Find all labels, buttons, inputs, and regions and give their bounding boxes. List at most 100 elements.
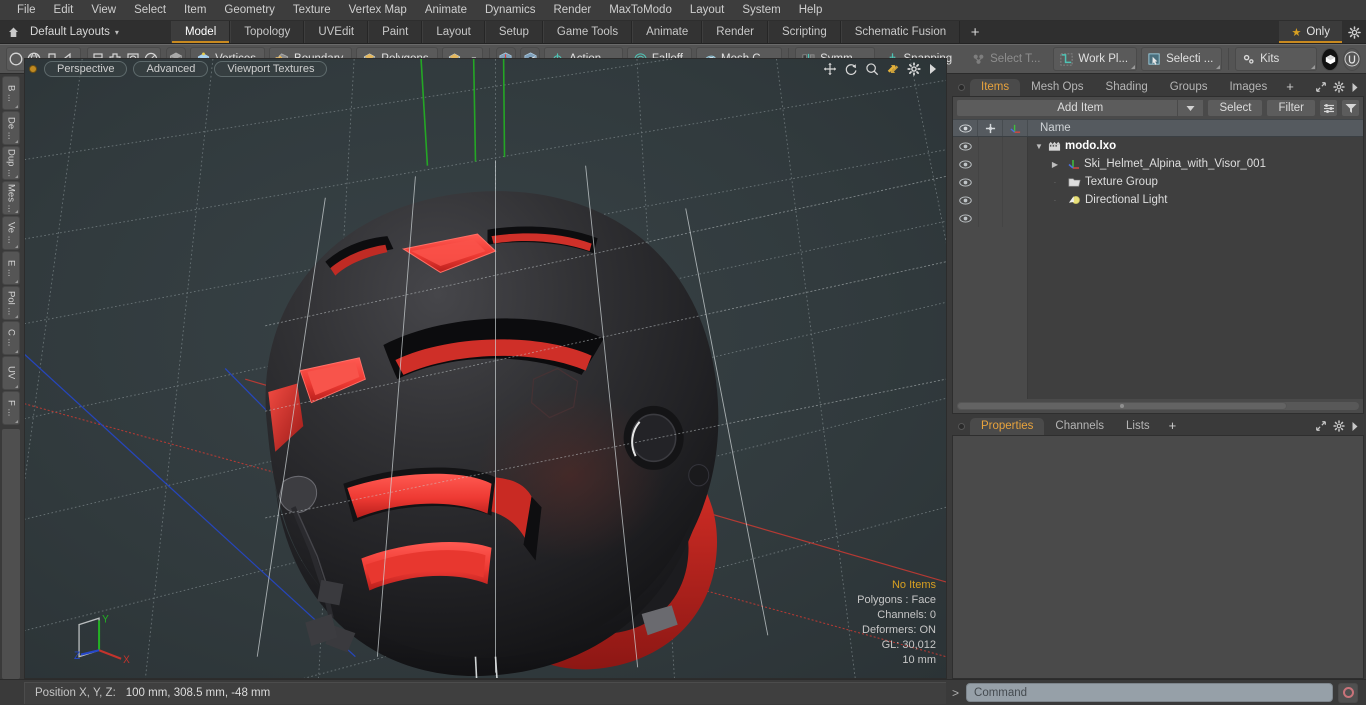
- gear-icon[interactable]: [907, 62, 921, 76]
- funnel-icon[interactable]: [1341, 99, 1360, 117]
- left-tab-uv[interactable]: UV: [2, 356, 20, 390]
- arrow-right-icon[interactable]: [1351, 82, 1359, 93]
- filter-button[interactable]: Filter: [1266, 99, 1316, 117]
- add-item-button[interactable]: Add Item: [956, 99, 1204, 117]
- tree-row-directional-light[interactable]: · Directional Light: [1028, 191, 1363, 209]
- left-tab-fusion[interactable]: F ...: [2, 391, 20, 425]
- select-through-button[interactable]: Select T...: [965, 47, 1049, 71]
- expand-icon[interactable]: [1315, 81, 1327, 93]
- gear-icon[interactable]: [1333, 420, 1345, 432]
- tab-scripting[interactable]: Scripting: [768, 21, 841, 43]
- viewport-menu-dot[interactable]: [29, 65, 37, 73]
- add-panel-tab[interactable]: +: [1278, 77, 1302, 96]
- eye-icon[interactable]: [953, 160, 978, 169]
- tree-row-texture-group[interactable]: · Texture Group: [1028, 173, 1363, 191]
- work-plane-button[interactable]: Work Pl...: [1053, 47, 1137, 71]
- lock-cell[interactable]: [978, 173, 1003, 191]
- panel-menu-dot[interactable]: [958, 423, 965, 430]
- tab-game-tools[interactable]: Game Tools: [543, 21, 632, 43]
- items-horizontal-scrollbar[interactable]: [953, 399, 1363, 413]
- visibility-row[interactable]: [953, 155, 1027, 173]
- menu-item-render[interactable]: Render: [544, 0, 600, 21]
- left-tab-duplicate[interactable]: Dup ...: [2, 146, 20, 180]
- select-button[interactable]: Select: [1207, 99, 1263, 117]
- arrow-right-icon[interactable]: [928, 63, 938, 75]
- add-panel-tab[interactable]: +: [1161, 416, 1185, 435]
- transform-cell[interactable]: [1002, 191, 1027, 209]
- only-toggle[interactable]: ★ Only: [1279, 21, 1342, 43]
- modo-logo-icon[interactable]: [1321, 48, 1339, 71]
- menu-item-edit[interactable]: Edit: [45, 0, 83, 21]
- lock-cell[interactable]: [978, 209, 1003, 227]
- panel-menu-dot[interactable]: [958, 84, 965, 91]
- add-tab-button[interactable]: +: [960, 21, 990, 43]
- home-icon[interactable]: [0, 21, 26, 43]
- tab-schematic-fusion[interactable]: Schematic Fusion: [841, 21, 960, 43]
- tab-render[interactable]: Render: [702, 21, 768, 43]
- menu-item-select[interactable]: Select: [125, 0, 175, 21]
- left-tab-basic[interactable]: B ...: [2, 76, 20, 110]
- left-tab-curve[interactable]: C ...: [2, 321, 20, 355]
- menu-item-system[interactable]: System: [733, 0, 789, 21]
- menu-item-texture[interactable]: Texture: [284, 0, 340, 21]
- tab-channels[interactable]: Channels: [1044, 418, 1115, 435]
- tab-images[interactable]: Images: [1218, 79, 1278, 96]
- eye-icon[interactable]: [953, 214, 978, 223]
- selection-sets-button[interactable]: Selecti ...: [1141, 47, 1222, 71]
- visibility-row[interactable]: [953, 191, 1027, 209]
- menu-item-help[interactable]: Help: [790, 0, 832, 21]
- transform-cell[interactable]: [1002, 155, 1027, 173]
- gear-icon[interactable]: [1342, 21, 1366, 43]
- tree-row-scene[interactable]: ▼ modo.lxo: [1028, 137, 1363, 155]
- pan-icon[interactable]: [823, 62, 837, 76]
- menu-item-geometry[interactable]: Geometry: [215, 0, 284, 21]
- layout-selector[interactable]: Default Layouts ▾: [26, 21, 129, 43]
- left-tab-vertex[interactable]: Ve ...: [2, 216, 20, 250]
- zoom-icon[interactable]: [865, 62, 879, 76]
- menu-item-layout[interactable]: Layout: [681, 0, 734, 21]
- tab-groups[interactable]: Groups: [1159, 79, 1219, 96]
- transform-cell[interactable]: [1002, 209, 1027, 227]
- menu-item-animate[interactable]: Animate: [416, 0, 476, 21]
- arrow-right-icon[interactable]: [1351, 421, 1359, 432]
- tab-animate[interactable]: Animate: [632, 21, 702, 43]
- viewport-shading-selector[interactable]: Advanced: [133, 61, 208, 77]
- tab-uvedit[interactable]: UVEdit: [304, 21, 368, 43]
- command-input[interactable]: [966, 683, 1333, 702]
- visibility-row[interactable]: [953, 137, 1027, 155]
- menu-item-maxtomodo[interactable]: MaxToModo: [600, 0, 681, 21]
- gear-icon[interactable]: [1333, 81, 1345, 93]
- record-icon[interactable]: [1338, 683, 1358, 703]
- tab-topology[interactable]: Topology: [230, 21, 304, 43]
- viewport-3d[interactable]: Y X Z Perspective Advanced Viewport Text…: [24, 58, 947, 679]
- scrollbar-track[interactable]: [956, 401, 1360, 411]
- list-options-icon[interactable]: [1319, 99, 1338, 117]
- lock-cell[interactable]: [978, 137, 1003, 155]
- viewport-view-selector[interactable]: Perspective: [44, 61, 127, 77]
- menu-item-vertex-map[interactable]: Vertex Map: [340, 0, 416, 21]
- scrollbar-thumb[interactable]: [957, 402, 1287, 410]
- add-item-dropdown[interactable]: [1177, 100, 1203, 116]
- circle-icon[interactable]: [7, 48, 25, 70]
- eye-icon[interactable]: [953, 178, 978, 187]
- lock-cell[interactable]: [978, 191, 1003, 209]
- rotate-icon[interactable]: [844, 62, 858, 76]
- eye-icon[interactable]: [953, 142, 978, 151]
- menu-item-file[interactable]: File: [8, 0, 45, 21]
- eye-icon[interactable]: [953, 196, 978, 205]
- tab-properties[interactable]: Properties: [970, 418, 1044, 435]
- menu-item-view[interactable]: View: [82, 0, 125, 21]
- unreal-logo-icon[interactable]: [1343, 48, 1361, 71]
- twirl-icon[interactable]: ▼: [1032, 142, 1046, 151]
- tab-items[interactable]: Items: [970, 79, 1020, 96]
- viewport-textures-selector[interactable]: Viewport Textures: [214, 61, 327, 77]
- visibility-row[interactable]: [953, 209, 1027, 227]
- left-tab-mesh-edit[interactable]: Mes ...: [2, 181, 20, 215]
- properties-panel-body[interactable]: [952, 435, 1364, 679]
- expand-icon[interactable]: [1315, 420, 1327, 432]
- transform-cell[interactable]: [1002, 173, 1027, 191]
- twirl-icon[interactable]: ▶: [1048, 160, 1062, 169]
- tab-shading[interactable]: Shading: [1095, 79, 1159, 96]
- viewport-canvas[interactable]: Y X Z: [25, 59, 946, 678]
- visibility-row[interactable]: [953, 173, 1027, 191]
